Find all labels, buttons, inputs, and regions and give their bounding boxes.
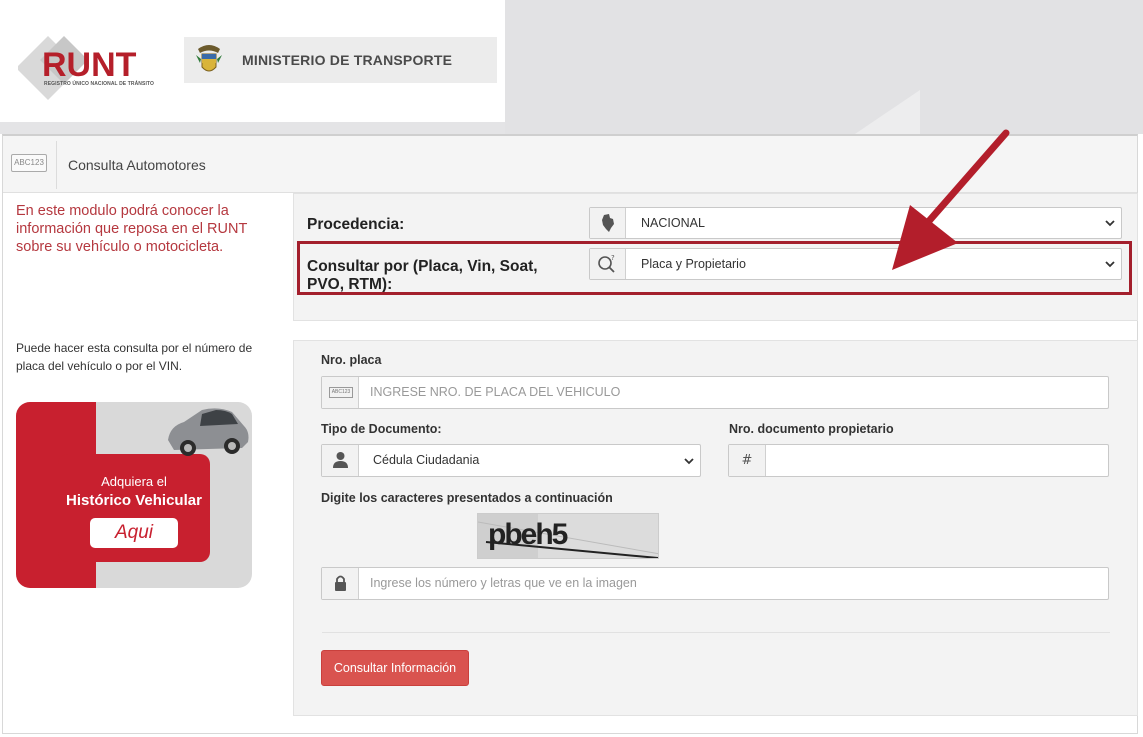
license-plate-icon: ABC123 [11, 154, 47, 172]
captcha-label: Digite los caracteres presentados a cont… [321, 491, 613, 505]
chevron-down-icon [684, 458, 694, 465]
nro-documento-input[interactable]: # [728, 444, 1109, 477]
banner-line2: Histórico Vehicular [66, 492, 202, 509]
placa-label: Nro. placa [321, 353, 382, 367]
tipo-documento-label: Tipo de Documento: [321, 422, 442, 436]
intro-text: En este modulo podrá conocer la informac… [16, 203, 248, 255]
page-title: Consulta Automotores [68, 157, 206, 173]
procedencia-select[interactable]: NACIONAL [589, 207, 1122, 239]
captcha-placeholder: Ingrese los número y letras que ve en la… [370, 576, 637, 590]
tipo-documento-icon-cell [322, 445, 359, 476]
captcha-input[interactable]: Ingrese los número y letras que ve en la… [321, 567, 1109, 600]
hash-icon: # [729, 445, 766, 476]
aqui-button[interactable]: Aqui [90, 518, 178, 548]
captcha-image: pbeh5 [477, 513, 659, 559]
runt-logo[interactable]: RUNT REGISTRO ÚNICO NACIONAL DE TRÁNSITO [18, 30, 168, 100]
runt-logo-subtitle: REGISTRO ÚNICO NACIONAL DE TRÁNSITO [44, 81, 154, 87]
search-note: Puede hacer esta consulta por el número … [16, 341, 253, 373]
procedencia-label: Procedencia: [307, 216, 405, 233]
captcha-strike-line [485, 541, 658, 558]
tipo-documento-value: Cédula Ciudadania [373, 453, 480, 467]
page-root: RUNT REGISTRO ÚNICO NACIONAL DE TRÁNSITO… [0, 0, 1143, 737]
procedencia-icon-cell [590, 208, 626, 238]
user-icon [333, 452, 348, 468]
consultar-informacion-button[interactable]: Consultar Información [321, 650, 469, 686]
runt-logo-word: RUNT [42, 46, 137, 84]
form-divider [322, 632, 1110, 633]
tipo-documento-select[interactable]: Cédula Ciudadania [321, 444, 701, 477]
titlebar-divider [56, 141, 57, 189]
car-icon [168, 408, 249, 456]
colombia-map-icon [602, 214, 614, 232]
placa-icon-cell: ABC123 [322, 377, 359, 408]
banner-line1: Adquiera el [101, 474, 167, 489]
colombia-coat-of-arms-icon [196, 45, 222, 72]
placa-placeholder: INGRESE NRO. DE PLACA DEL VEHICULO [370, 385, 621, 399]
historico-vehicular-banner[interactable]: Adquiera el Histórico Vehicular Aqui [16, 402, 252, 588]
ministry-name: MINISTERIO DE TRANSPORTE [242, 52, 453, 68]
chevron-down-icon [1105, 220, 1115, 227]
license-plate-icon: ABC123 [329, 387, 353, 398]
captcha-icon-cell [322, 568, 359, 599]
header-decoration [505, 0, 1143, 134]
nro-documento-label: Nro. documento propietario [729, 422, 894, 436]
procedencia-value: NACIONAL [641, 216, 705, 230]
placa-input[interactable]: ABC123 INGRESE NRO. DE PLACA DEL VEHICUL… [321, 376, 1109, 409]
lock-icon [335, 575, 346, 591]
red-arrow-icon [892, 129, 1010, 270]
